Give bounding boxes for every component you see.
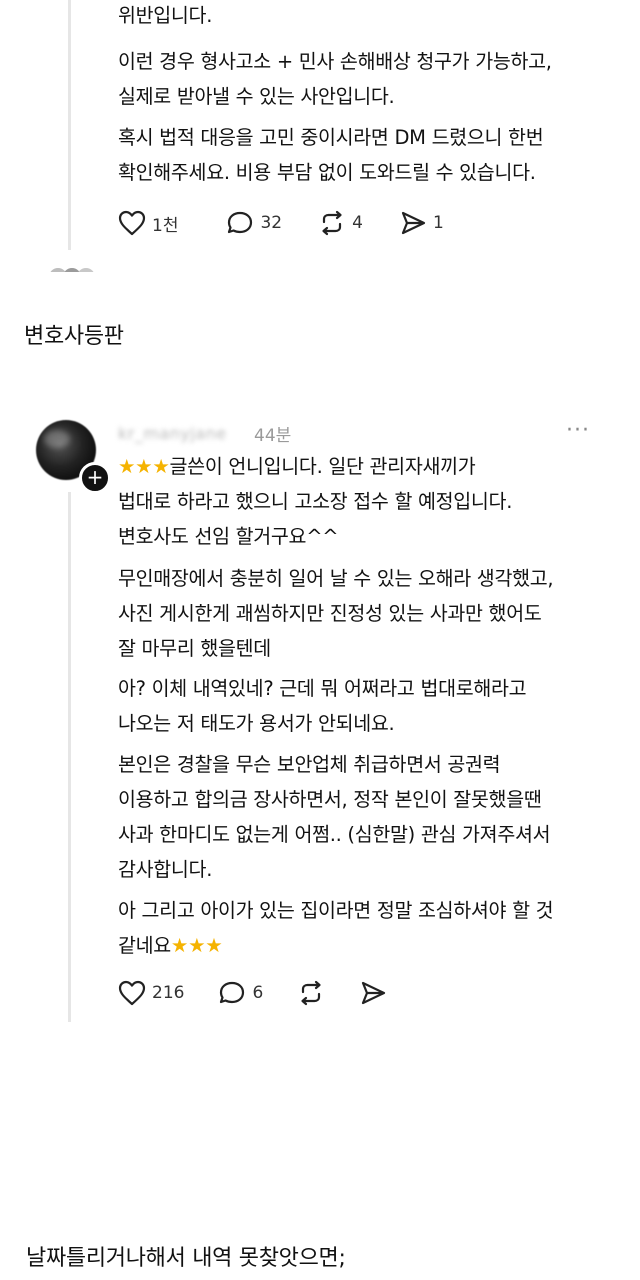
send-icon (362, 981, 386, 1005)
post-2-repost-button[interactable] (297, 980, 325, 1006)
post-1-repost-count: 4 (352, 213, 363, 233)
post-1-comment-button[interactable]: 32 (226, 210, 282, 236)
post-1-paragraph-3: 혹시 법적 대응을 고민 중이시라면 DM 드렸으니 한번 확인해주세요. 비용… (118, 126, 544, 184)
post-time: 44분 (254, 426, 292, 446)
post-2-share-button[interactable] (359, 980, 387, 1006)
post-1-share-button[interactable]: 1 (399, 210, 444, 236)
post-1-paragraph-2: 이런 경우 형사고소 + 민사 손해배상 청구가 가능하고, 실제로 받아낼 수… (118, 50, 552, 108)
post-1-share-count: 1 (432, 213, 444, 233)
heart-icon (118, 980, 146, 1006)
post-2-line-1: ★★★글쓴이 언니입니다. 일단 관리자새끼가 (118, 449, 476, 484)
post-1-repost-button[interactable]: 4 (318, 210, 363, 236)
repost-icon (301, 980, 321, 1006)
post-1-paragraph-1: 위반입니다. (118, 4, 213, 27)
post-1-like-count: 1천 (152, 215, 179, 236)
post-2-like-button[interactable]: 216 (118, 980, 184, 1006)
post-2-comment-count: 6 (252, 983, 264, 1003)
more-options-icon[interactable]: ··· (566, 418, 590, 443)
thread-line-2 (68, 492, 71, 1022)
post-2-like-count: 216 (152, 983, 185, 1003)
post-1-actions: 1천 32 4 1 (118, 210, 470, 236)
send-icon (401, 211, 426, 235)
post-2-paragraph-intro: 법대로 하라고 했으니 고소장 접수 할 예정입니다. 변호사도 선임 할거구요… (118, 490, 513, 548)
follow-plus-icon[interactable]: + (79, 462, 111, 494)
heart-icon (118, 210, 146, 236)
post-2-paragraph-4: 아 그리고 아이가 있는 집이라면 정말 조심하셔야 할 것 같네요★★★ (118, 893, 554, 963)
post-2-line-1-text: 글쓴이 언니입니다. 일단 관리자새끼가 (169, 455, 476, 478)
post-2-comment-button[interactable]: 6 (218, 980, 263, 1006)
comment-icon (220, 981, 245, 1004)
post-2-actions: 216 6 (118, 980, 413, 1006)
post-1-like-button[interactable]: 1천 (118, 210, 178, 236)
bottom-caption: 날짜틀리거나해서 내역 못찾앗으면; (26, 1246, 346, 1271)
star-emoji-icon: ★★★ (118, 455, 170, 478)
star-emoji-icon: ★★★ (170, 934, 223, 957)
username[interactable]: kr_manyjane (118, 424, 227, 443)
post-2-paragraph-1: 무인매장에서 충분히 일어 날 수 있는 오해라 생각했고, 사진 게시한게 괘… (118, 567, 554, 660)
post-2-paragraph-2: 아? 이체 내역있네? 근데 뭐 어쩌라고 법대로해라고 나오는 저 태도가 용… (118, 677, 527, 735)
comment-icon (228, 211, 253, 234)
repost-icon (322, 210, 342, 236)
cropped-avatars (48, 264, 102, 272)
section-title: 변호사등판 (24, 324, 124, 349)
thread-line-1 (68, 0, 71, 250)
post-2-paragraph-3: 본인은 경찰을 무슨 보안업체 취급하면서 공권력 이용하고 합의금 장사하면서… (118, 753, 551, 881)
post-1-comment-count: 32 (260, 213, 283, 233)
